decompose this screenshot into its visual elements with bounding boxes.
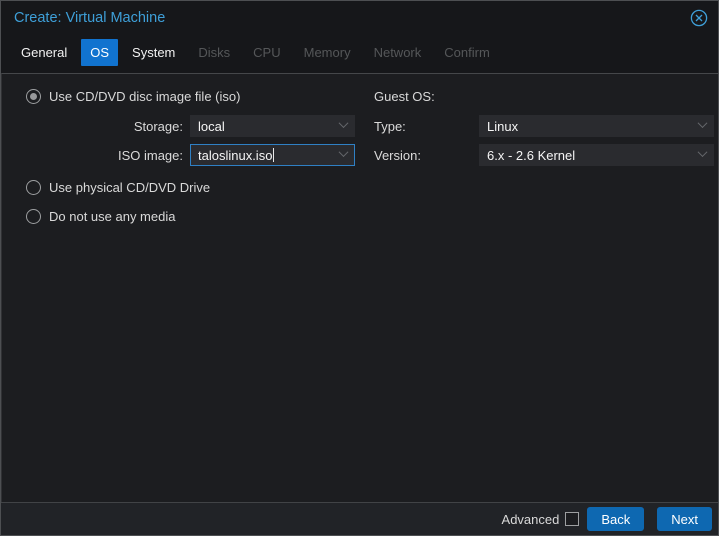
dialog-title: Create: Virtual Machine [14, 10, 166, 26]
tab-general[interactable]: General [12, 39, 76, 66]
os-type-row: Type: Linux [362, 115, 719, 137]
storage-value: local [198, 118, 225, 134]
text-caret [273, 148, 275, 162]
tab-confirm: Confirm [444, 44, 490, 60]
chevron-down-icon[interactable] [338, 147, 349, 158]
os-version-label: Version: [374, 147, 421, 163]
tab-system[interactable]: System [123, 39, 184, 66]
tab-os[interactable]: OS [81, 38, 119, 66]
chevron-down-icon[interactable] [697, 118, 708, 129]
create-vm-dialog: Create: Virtual Machine General OS Syste… [0, 0, 719, 536]
no-media-radio-label: Do not use any media [49, 208, 176, 224]
iso-image-combobox[interactable]: taloslinux.iso [190, 144, 355, 166]
storage-row: Storage: local [2, 115, 362, 137]
radio-row-iso[interactable]: Use CD/DVD disc image file (iso) [26, 88, 362, 104]
radio-row-physical[interactable]: Use physical CD/DVD Drive [26, 179, 362, 195]
no-media-radio-button[interactable] [26, 208, 41, 224]
iso-radio-label: Use CD/DVD disc image file (iso) [49, 88, 241, 104]
dialog-footer: Advanced Back Next [1, 502, 718, 535]
physical-drive-radio-button[interactable] [26, 179, 41, 195]
iso-image-value: taloslinux.iso [198, 147, 273, 163]
physical-drive-radio-label: Use physical CD/DVD Drive [49, 179, 211, 195]
guest-os-header: Guest OS: [374, 88, 435, 104]
tab-network: Network [373, 44, 422, 60]
tab-memory: Memory [303, 44, 351, 60]
media-column: Use CD/DVD disc image file (iso) Storage… [2, 88, 362, 224]
storage-select[interactable]: local [190, 115, 355, 137]
storage-label: Storage: [133, 118, 183, 134]
os-version-select[interactable]: 6.x - 2.6 Kernel [479, 144, 714, 166]
iso-image-row: ISO image: taloslinux.iso [2, 144, 362, 166]
advanced-checkbox[interactable] [565, 512, 580, 526]
dialog-titlebar: Create: Virtual Machine [1, 1, 718, 35]
advanced-label: Advanced [501, 511, 560, 527]
guest-os-column: Guest OS: Type: Linux Version: 6.x - 2.6… [362, 88, 719, 224]
chevron-down-icon[interactable] [338, 118, 349, 129]
os-version-row: Version: 6.x - 2.6 Kernel [362, 144, 719, 166]
os-tab-panel: Use CD/DVD disc image file (iso) Storage… [1, 73, 718, 502]
os-type-select[interactable]: Linux [479, 115, 714, 137]
next-button[interactable]: Next [657, 507, 712, 531]
tab-disks: Disks [198, 44, 231, 60]
os-type-value: Linux [487, 118, 519, 134]
close-icon[interactable] [690, 9, 708, 27]
advanced-toggle-group[interactable]: Advanced [502, 512, 580, 527]
iso-image-label: ISO image: [117, 147, 183, 163]
wizard-tabbar: General OS System Disks CPU Memory Netwo… [1, 35, 718, 73]
tab-cpu: CPU [253, 44, 281, 60]
os-type-label: Type: [374, 118, 406, 134]
radio-row-no-media[interactable]: Do not use any media [26, 208, 362, 224]
back-button[interactable]: Back [587, 507, 645, 531]
chevron-down-icon[interactable] [697, 147, 708, 158]
iso-radio-button[interactable] [26, 88, 41, 104]
os-version-value: 6.x - 2.6 Kernel [487, 147, 576, 163]
